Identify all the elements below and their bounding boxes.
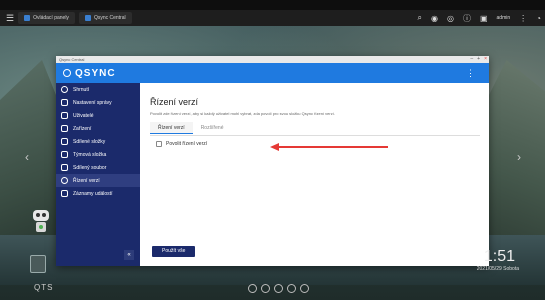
- clock-icon: [61, 86, 68, 93]
- desktop-dock: [248, 284, 309, 293]
- users-icon: [61, 112, 68, 119]
- team-folder-icon: [61, 151, 68, 158]
- qsync-central-window: Qsync Central – + × QSYNC ⋮ Shrnutí Nasta…: [56, 56, 489, 266]
- main-menu-icon[interactable]: ☰: [6, 13, 14, 24]
- sidebar-item-label: Nastavení správy: [73, 99, 112, 106]
- dock-item-icon[interactable]: [300, 284, 309, 293]
- apply-all-button[interactable]: Použít vše: [152, 246, 196, 257]
- taskbar-tab-label: Ovládací panely: [33, 15, 69, 21]
- sidebar-item-label: Zařízení: [73, 125, 92, 132]
- device-icon: [61, 125, 68, 132]
- control-panel-icon: [24, 15, 31, 21]
- sidebar-item[interactable]: Řízení verzí: [56, 174, 140, 187]
- minimize-icon[interactable]: –: [470, 56, 473, 63]
- sidebar: Shrnutí Nastavení správy Uživatelé Zařízení…: [56, 83, 140, 266]
- checkbox-label[interactable]: Povolit řízení verzí: [166, 141, 207, 147]
- version-icon: [61, 177, 68, 184]
- app-brand: QSYNC: [75, 67, 116, 79]
- sidebar-item[interactable]: Týmová složka: [56, 148, 140, 161]
- notification-icon[interactable]: ◉: [431, 14, 438, 23]
- window-titlebar[interactable]: Qsync Central – + ×: [56, 56, 489, 63]
- desktop-date: 2021/05/29 Sobota: [476, 266, 519, 272]
- tab-version-control[interactable]: Řízení verzí: [150, 122, 193, 134]
- dock-item-icon[interactable]: [261, 284, 270, 293]
- qsync-icon: [84, 15, 91, 21]
- sidebar-item-label: Sdílený soubor: [73, 164, 107, 171]
- collapse-sidebar-button[interactable]: «: [124, 250, 134, 260]
- taskbar-tab-control-panel[interactable]: Ovládací panely: [18, 12, 75, 24]
- app-header: QSYNC ⋮: [56, 63, 489, 83]
- sidebar-item-label: Záznamy událostí: [73, 190, 113, 197]
- search-icon[interactable]: ⌕: [418, 13, 422, 23]
- page-description: Povolit zde řízení verzí, aby si každý u…: [150, 111, 335, 116]
- sidebar-item-label: Sdílené složky: [73, 138, 106, 145]
- chevron-right-icon[interactable]: ›: [517, 150, 521, 164]
- enable-version-control-checkbox[interactable]: [156, 141, 162, 147]
- kebab-menu-icon[interactable]: ⋮: [466, 68, 475, 79]
- shared-file-icon: [61, 164, 68, 171]
- main-content: Řízení verzí Povolit zde řízení verzí, a…: [140, 83, 489, 266]
- taskbar-right-tools: ⌕ ◉ ◎ ⓘ ▣ admin ⋮ ◔: [418, 10, 541, 26]
- tab-bar: Řízení verzí Rozšířené: [150, 122, 231, 134]
- tab-advanced[interactable]: Rozšířené: [193, 122, 232, 134]
- window-controls: – + ×: [470, 56, 487, 63]
- maximize-icon[interactable]: +: [477, 56, 480, 63]
- tasks-icon[interactable]: ◎: [447, 14, 454, 23]
- dock-item-icon[interactable]: [248, 284, 257, 293]
- sidebar-item-label: Týmová složka: [73, 151, 107, 158]
- taskbar-tab-label: Qsync Central: [93, 15, 126, 21]
- page-title: Řízení verzí: [150, 97, 199, 107]
- sidebar-item-label: Řízení verzí: [73, 177, 100, 184]
- os-top-strip: [0, 0, 545, 10]
- dashboard-icon[interactable]: ◔: [536, 14, 541, 23]
- robot-icon[interactable]: [30, 208, 52, 234]
- sidebar-item[interactable]: Zařízení: [56, 122, 140, 135]
- tab-divider: [150, 135, 480, 136]
- more-icon[interactable]: ⋮: [519, 14, 527, 23]
- log-icon: [61, 190, 68, 197]
- user-icon[interactable]: ▣: [480, 14, 488, 23]
- sidebar-item-label: Shrnutí: [73, 86, 90, 93]
- sidebar-item[interactable]: Sdílený soubor: [56, 161, 140, 174]
- taskbar-tab-qsync[interactable]: Qsync Central: [78, 12, 132, 24]
- window-title: Qsync Central: [59, 57, 85, 62]
- sidebar-item[interactable]: Sdílené složky: [56, 135, 140, 148]
- sidebar-item[interactable]: Uživatelé: [56, 109, 140, 122]
- sidebar-item[interactable]: Nastavení správy: [56, 96, 140, 109]
- user-name[interactable]: admin: [497, 15, 511, 21]
- desktop-clock: 1:51: [483, 248, 515, 265]
- sidebar-item[interactable]: Shrnutí: [56, 83, 140, 96]
- red-arrow-annotation: [270, 143, 388, 151]
- sidebar-item-label: Uživatelé: [73, 112, 94, 119]
- info-icon[interactable]: ⓘ: [463, 13, 471, 24]
- qsync-logo-icon: [63, 69, 71, 77]
- dock-item-icon[interactable]: [274, 284, 283, 293]
- chevron-left-icon[interactable]: ‹: [25, 150, 29, 164]
- os-logo: QTS: [34, 283, 54, 292]
- app-taskbar: ☰ Ovládací panely Qsync Central ⌕ ◉ ◎ ⓘ …: [0, 10, 545, 26]
- close-icon[interactable]: ×: [484, 56, 487, 63]
- sidebar-item[interactable]: Záznamy událostí: [56, 187, 140, 200]
- enable-version-control-row: Povolit řízení verzí: [156, 141, 207, 147]
- dock-item-icon[interactable]: [287, 284, 296, 293]
- shared-folder-icon: [61, 138, 68, 145]
- gear-icon: [61, 99, 68, 106]
- notes-icon[interactable]: [30, 255, 46, 273]
